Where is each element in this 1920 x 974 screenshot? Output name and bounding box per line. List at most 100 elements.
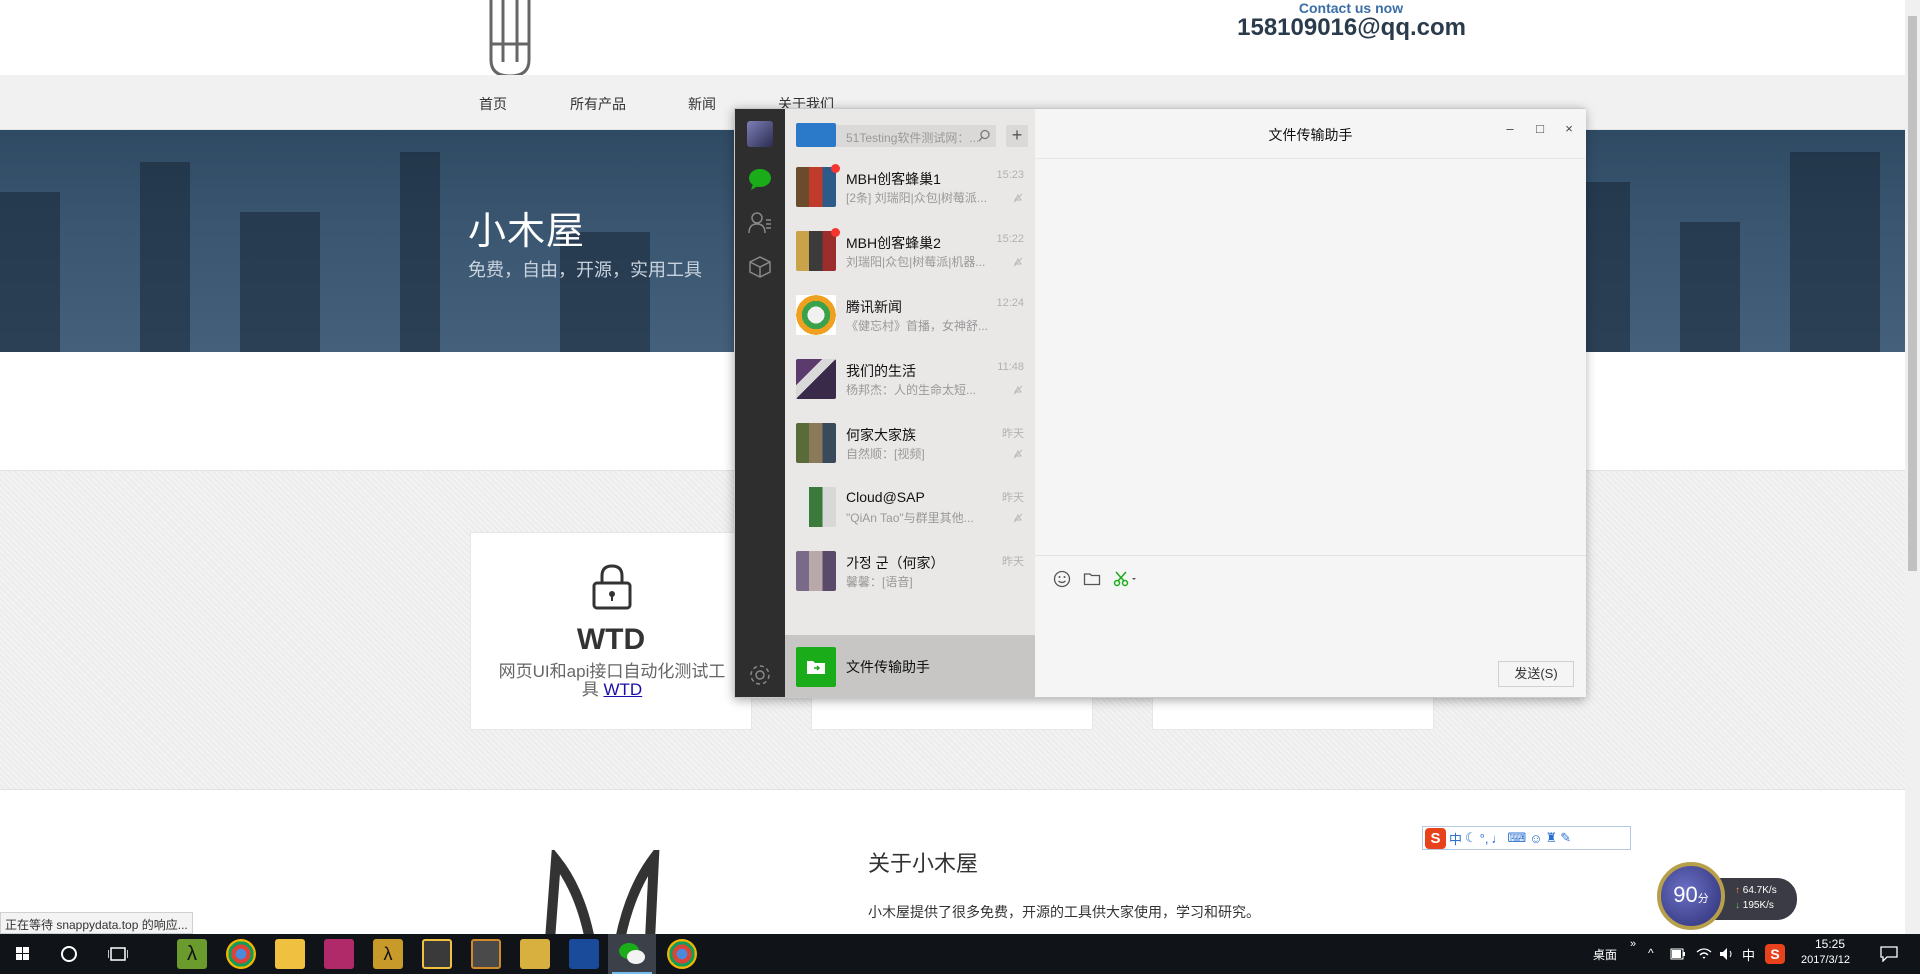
file-explorer-icon[interactable] [275, 939, 305, 969]
lambda-app-icon[interactable]: λ [177, 939, 207, 969]
nav-item-home[interactable]: 首页 [479, 94, 507, 114]
hero-title: 小木屋 [468, 211, 586, 253]
wechat-sidebar [735, 109, 785, 697]
mute-icon [1013, 513, 1023, 523]
wrench-icon[interactable]: ✎ [1560, 830, 1571, 846]
about-text: 小木屋提供了很多免费，开源的工具供大家使用，学习和研究。 [868, 904, 1260, 920]
conversation-time: 昨天 [1002, 492, 1024, 504]
message-area[interactable] [1035, 159, 1586, 555]
conversation-item[interactable]: MBH创客蜂巢2 刘瑞阳|众包|树莓派|机器... 15:22 [785, 219, 1035, 283]
about-logo [545, 850, 660, 940]
conversation-item[interactable]: MBH创客蜂巢1 [2条] 刘瑞阳|众包|树莓派... 15:23 [785, 155, 1035, 219]
unread-dot [831, 164, 840, 173]
upload-speed: 64.7K/s [1742, 885, 1777, 896]
conversation-preview: 自然顺：[视频] [846, 447, 925, 461]
git-app-icon[interactable] [422, 939, 452, 969]
clock-time[interactable]: 15:25 [1815, 937, 1845, 951]
user-avatar[interactable] [747, 121, 773, 147]
conversation-avatar [796, 123, 836, 147]
contacts-icon[interactable] [748, 211, 772, 235]
product-card-wtd[interactable]: WTD 网页UI和api接口自动化测试工具 WTD [470, 532, 752, 730]
nav-item-products[interactable]: 所有产品 [570, 94, 626, 114]
contact-block: Contact us now 158109016@qq.com [1236, 0, 1466, 42]
battery-icon[interactable] [1670, 948, 1686, 960]
volume-icon[interactable] [1718, 946, 1736, 962]
conversation-item[interactable]: 何家大家族 自然顺：[视频] 昨天 [785, 411, 1035, 475]
user-icon[interactable]: ☺ [1529, 831, 1542, 846]
punctuation-icon[interactable]: °, [1480, 831, 1489, 846]
ime-indicator[interactable]: 中 [1742, 945, 1755, 964]
screenshot-scissors-icon[interactable] [1113, 570, 1139, 588]
folder-icon [807, 661, 825, 674]
lock-icon [592, 564, 632, 610]
site-logo[interactable] [487, 0, 533, 80]
card-title: WTD [576, 623, 646, 656]
conversation-name: MBH创客蜂巢2 [846, 235, 941, 251]
about-title: 关于小木屋 [868, 851, 979, 876]
site-header: Contact us now 158109016@qq.com [0, 0, 1905, 78]
chat-icon[interactable] [748, 167, 772, 191]
desktop-label[interactable]: 桌面 [1593, 946, 1617, 963]
card-description: 网页UI和api接口自动化测试工具 WTD [491, 663, 733, 699]
input-area[interactable]: 发送(S) [1035, 555, 1586, 699]
conversation-avatar [796, 167, 836, 207]
conversation-avatar [796, 231, 836, 271]
speed-score-circle[interactable]: 90分 [1657, 862, 1725, 930]
expand-toolbar-icon[interactable]: » [1630, 938, 1636, 950]
tray-chevron-icon[interactable]: ^ [1648, 946, 1654, 960]
action-center-icon[interactable] [1880, 946, 1898, 962]
windows-start-icon[interactable] [0, 934, 44, 974]
send-button[interactable]: 发送(S) [1498, 661, 1574, 687]
conversation-preview: 杨邦杰：人的生命太短... [846, 383, 977, 397]
sublime-icon[interactable] [471, 939, 501, 969]
network-speed-widget[interactable]: ↑ 64.7K/s ↓ 195K/s 90分 [1657, 862, 1797, 930]
speed-score: 90 [1673, 882, 1698, 907]
chrome-2-icon[interactable] [667, 939, 697, 969]
conversation-name: 가정 군（何家） [846, 555, 945, 571]
contact-email[interactable]: 158109016@qq.com [1236, 14, 1466, 42]
wechat-taskbar-item[interactable] [608, 934, 656, 974]
emoji-icon[interactable] [1053, 570, 1071, 588]
microphone-icon[interactable]: ♩ [1491, 831, 1504, 846]
card-link[interactable]: WTD [604, 680, 643, 699]
conversation-preview: 51Testing软件测试网：... [846, 131, 980, 145]
sogou-tray-icon[interactable]: S [1765, 944, 1785, 964]
ime-toolbar[interactable]: S 中 ☾ °, ♩ ⌨ ☺ ♜ ✎ [1422, 826, 1631, 850]
conversation-name: MBH创客蜂巢1 [846, 171, 941, 187]
wifi-icon[interactable] [1696, 946, 1712, 962]
minimize-button[interactable]: – [1503, 121, 1517, 136]
close-button[interactable]: × [1562, 121, 1576, 136]
favorites-cube-icon[interactable] [748, 255, 772, 279]
ime-mode[interactable]: 中 [1449, 829, 1462, 848]
cortana-search-icon[interactable] [60, 945, 78, 963]
clock-date[interactable]: 2017/3/12 [1801, 954, 1850, 966]
conversation-item[interactable]: 腾讯新闻 《健忘村》首播，女神舒... 12:24 [785, 283, 1035, 347]
intellij-icon[interactable] [324, 939, 354, 969]
conversation-item[interactable]: Cloud@SAP "QiAn Tao"与群里其他... 昨天 [785, 475, 1035, 539]
app-icon-2[interactable] [569, 939, 599, 969]
app-icon[interactable] [520, 939, 550, 969]
maximize-button[interactable]: □ [1533, 121, 1547, 136]
settings-gear-icon[interactable] [748, 663, 772, 687]
sogou-logo[interactable]: S [1425, 827, 1446, 849]
conversation-item[interactable]: 我们的生活 杨邦杰：人的生命太短... 11:48 [785, 347, 1035, 411]
conversation-item-active[interactable]: 文件传输助手 [785, 635, 1035, 697]
chrome-icon[interactable] [226, 939, 256, 969]
skin-icon[interactable]: ♜ [1546, 830, 1558, 846]
conversation-name: Cloud@SAP [846, 489, 925, 505]
keyboard-icon[interactable]: ⌨ [1507, 830, 1526, 846]
folder-icon[interactable] [1083, 570, 1101, 588]
windows-taskbar: λ λ 桌面 » ^ 中 S 15:25 2017/3/12 [0, 934, 1920, 974]
conversation-item[interactable]: 가정 군（何家） 馨馨：[语音] 昨天 [785, 539, 1035, 603]
page-scrollbar[interactable] [1905, 0, 1920, 935]
download-speed: 195K/s [1742, 900, 1774, 911]
moon-icon[interactable]: ☾ [1465, 830, 1477, 846]
scrollbar-thumb[interactable] [1908, 16, 1917, 571]
conversation-name: 我们的生活 [846, 363, 916, 379]
task-view-icon[interactable] [108, 946, 128, 962]
conversation-preview: 刘瑞阳|众包|树莓派|机器... [846, 255, 986, 269]
chat-panel: 文件传输助手 – □ × 发送(S) [1035, 109, 1586, 697]
nav-item-news[interactable]: 新闻 [688, 94, 716, 114]
conversation-name: 文件传输助手 [846, 659, 930, 675]
lambda-app-2-icon[interactable]: λ [373, 939, 403, 969]
